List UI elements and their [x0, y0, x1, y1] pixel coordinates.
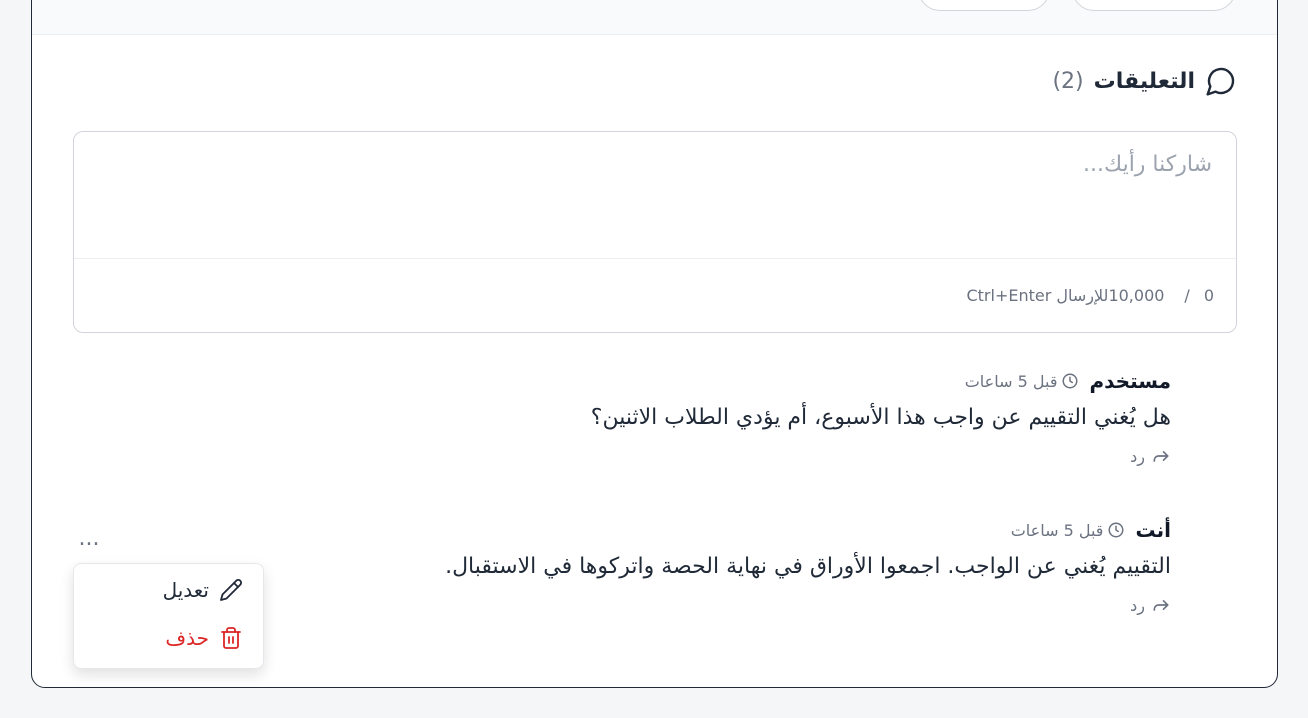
trash-icon	[221, 627, 241, 649]
comment-options-menu: تعديل حذف	[73, 563, 264, 669]
char-count-separator: /	[1184, 286, 1190, 305]
reply-icon	[1153, 451, 1169, 462]
comment-time-text: قبل 5 ساعات	[1010, 520, 1104, 540]
comments-title: التعليقات	[1093, 68, 1195, 94]
comment-time: قبل 5 ساعات	[965, 372, 1080, 391]
pencil-icon	[220, 579, 242, 601]
reply-button[interactable]: رد	[1130, 446, 1171, 466]
reply-label: رد	[1130, 446, 1145, 466]
comment-author[interactable]: مستخدم	[1089, 369, 1171, 393]
comment-author[interactable]: أنت	[1135, 518, 1171, 542]
comment-item: أنت قبل 5 ساعات التقييم يُغني عن الواجب.…	[445, 518, 1171, 619]
comment-body: هل يُغني التقييم عن واجب هذا الأسبوع، أم…	[590, 405, 1171, 430]
char-count: 0	[1203, 286, 1214, 305]
toolbar-button-primary[interactable]	[1072, 0, 1236, 11]
menu-item-delete[interactable]: حذف	[165, 626, 243, 650]
menu-item-delete-label: حذف	[165, 626, 209, 650]
menu-item-edit-label: تعديل	[162, 578, 209, 602]
comment-bubble-icon	[1206, 67, 1235, 96]
more-options-button[interactable]: ...	[74, 527, 104, 551]
reply-icon	[1153, 600, 1169, 611]
comments-card: التعليقات (2) Ctrl+Enter للإرسال 10,000 …	[31, 0, 1278, 688]
composer-footer: Ctrl+Enter للإرسال 10,000 / 0	[74, 258, 1236, 332]
char-limit: 10,000	[1108, 286, 1165, 305]
comments-header: التعليقات (2)	[1052, 65, 1237, 97]
comment-body: التقييم يُغني عن الواجب. اجمعوا الأوراق …	[445, 554, 1171, 579]
comment-composer: Ctrl+Enter للإرسال 10,000 / 0	[73, 131, 1237, 333]
clock-icon	[1062, 373, 1078, 389]
clock-icon	[1108, 522, 1124, 538]
reply-button[interactable]: رد	[1130, 595, 1171, 615]
reply-label: رد	[1130, 595, 1145, 615]
menu-item-edit[interactable]: تعديل	[163, 578, 243, 602]
comments-count: (2)	[1052, 68, 1084, 94]
comment-item: مستخدم قبل 5 ساعات هل يُغني التقييم عن و…	[591, 369, 1171, 470]
comment-time: قبل 5 ساعات	[1011, 521, 1126, 540]
top-toolbar-strip	[32, 0, 1277, 35]
comment-time-text: قبل 5 ساعات	[964, 371, 1058, 391]
comment-meta: مستخدم قبل 5 ساعات	[591, 369, 1171, 393]
comment-meta: أنت قبل 5 ساعات	[445, 518, 1171, 542]
toolbar-button-secondary[interactable]	[918, 0, 1050, 11]
comment-input[interactable]	[74, 132, 1236, 258]
shortcut-hint: Ctrl+Enter للإرسال	[966, 286, 1109, 305]
